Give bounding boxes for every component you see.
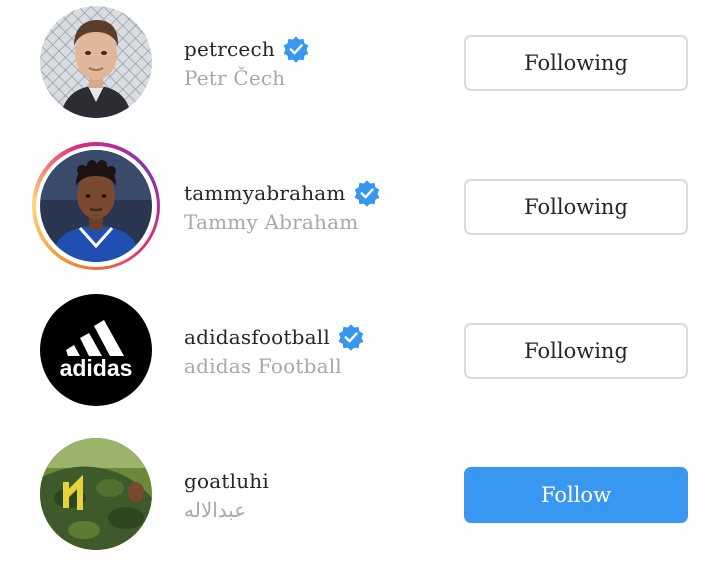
avatar-photo <box>40 150 152 262</box>
account-info: tammyabraham Tammy Abraham <box>184 178 381 234</box>
avatar-photo: adidas <box>40 294 152 406</box>
following-button[interactable]: Following <box>464 179 688 235</box>
adidas-logo-icon: adidas <box>40 294 152 406</box>
full-name: adidas Football <box>184 354 342 378</box>
username[interactable]: adidasfootball <box>184 325 330 349</box>
full-name: Petr Čech <box>184 66 286 90</box>
avatar-image <box>40 6 152 118</box>
account-list: petrcech Petr Čech Following tammyabraha… <box>0 0 720 569</box>
account-info: adidasfootball adidas Football <box>184 322 365 378</box>
avatar[interactable] <box>32 430 160 558</box>
list-item: tammyabraham Tammy Abraham Following <box>0 142 720 272</box>
account-info: petrcech Petr Čech <box>184 34 310 90</box>
following-button[interactable]: Following <box>464 35 688 91</box>
adidas-logo-text: adidas <box>60 355 133 381</box>
avatar[interactable]: adidas <box>32 286 160 414</box>
avatar[interactable] <box>32 142 160 270</box>
username-line: adidasfootball <box>184 322 365 352</box>
following-button[interactable]: Following <box>464 323 688 379</box>
full-name: Tammy Abraham <box>184 210 359 234</box>
username-line: goatluhi <box>184 466 269 496</box>
verified-badge-icon <box>338 324 364 351</box>
avatar-image <box>40 438 152 550</box>
username-line: tammyabraham <box>184 178 381 208</box>
verified-badge-icon <box>283 36 309 63</box>
full-name: عبدالاله <box>184 498 247 522</box>
list-item: goatluhi عبدالاله Follow <box>0 430 720 560</box>
verified-badge-icon <box>354 180 379 207</box>
story-ring[interactable] <box>32 142 160 270</box>
username[interactable]: petrcech <box>184 37 275 61</box>
account-info: goatluhi عبدالاله <box>184 466 269 522</box>
list-item: petrcech Petr Čech Following <box>0 0 720 128</box>
follow-button[interactable]: Follow <box>464 467 688 523</box>
username[interactable]: tammyabraham <box>184 181 346 205</box>
list-item: adidas adidasfootball adidas Football Fo… <box>0 286 720 416</box>
avatar-photo <box>40 438 152 550</box>
avatar-photo <box>40 6 152 118</box>
username[interactable]: goatluhi <box>184 469 269 493</box>
avatar-image <box>40 150 152 262</box>
avatar[interactable] <box>32 0 160 126</box>
username-line: petrcech <box>184 34 310 64</box>
